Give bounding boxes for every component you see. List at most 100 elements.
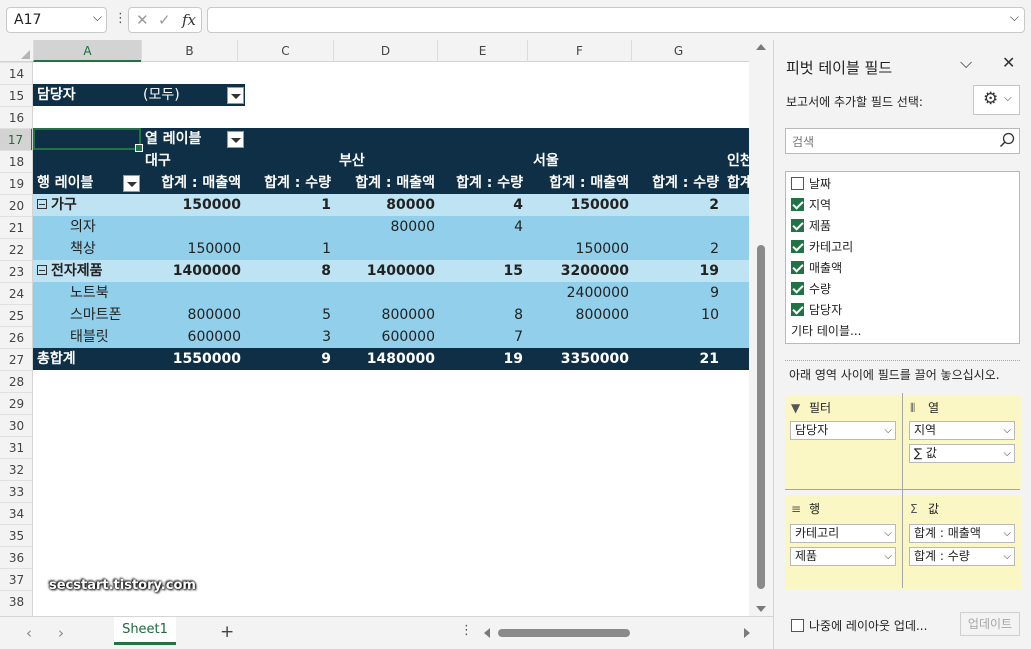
pivot-value-cell[interactable]: 3350000	[527, 348, 629, 370]
field-search-input[interactable]: 검색	[785, 128, 1020, 154]
row-field-chip[interactable]: 제품 ⌵	[790, 547, 896, 566]
pivot-value-cell[interactable]: 800000	[527, 304, 629, 326]
horizontal-scroll-thumb[interactable]	[498, 629, 630, 637]
pivot-value-cell[interactable]: 800000	[333, 304, 435, 326]
pivot-value-cell[interactable]: 8	[437, 304, 523, 326]
close-icon[interactable]: ✕	[1002, 53, 1015, 72]
row-header-32[interactable]: 32	[0, 458, 32, 480]
scroll-right-icon[interactable]	[744, 628, 750, 638]
pivot-value-cell[interactable]: 4	[437, 216, 523, 238]
vertical-scrollbar[interactable]	[749, 40, 773, 616]
values-area[interactable]: Σ값 합계 : 매출액 ⌵ 합계 : 수량 ⌵	[904, 496, 1021, 590]
row-header-34[interactable]: 34	[0, 502, 32, 524]
chevron-down-icon[interactable]: ⌵	[884, 525, 892, 542]
worksheet-grid[interactable]: 담당자 (모두) 열 레이블 대구 부산 서울 인천 행 레이블 합계 : 매출…	[33, 62, 749, 616]
row-header-37[interactable]: 37	[0, 568, 32, 590]
pivot-value-cell[interactable]: 19	[633, 260, 719, 282]
scroll-left-icon[interactable]	[484, 628, 490, 638]
pivot-value-cell[interactable]	[333, 282, 435, 304]
row-header-17[interactable]: 17	[0, 128, 32, 150]
field-checkbox[interactable]	[791, 219, 804, 232]
pivot-value-cell[interactable]: 2	[633, 194, 719, 216]
pivot-value-cell[interactable]: 800000	[141, 304, 241, 326]
prev-sheet-icon[interactable]: ‹	[26, 624, 32, 642]
pivot-value-cell[interactable]: 600000	[141, 326, 241, 348]
collapse-icon[interactable]	[37, 199, 47, 209]
pivot-value-cell[interactable]: 80000	[333, 194, 435, 216]
field-checkbox[interactable]	[791, 177, 804, 190]
pivot-value-cell[interactable]	[333, 238, 435, 260]
filter-field-chip[interactable]: 담당자 ⌵	[790, 421, 896, 440]
vertical-scroll-thumb[interactable]	[757, 245, 765, 589]
formula-input[interactable]: ⌵	[207, 7, 1025, 33]
more-tables-link[interactable]: 기타 테이블...	[791, 322, 861, 339]
row-header-29[interactable]: 29	[0, 392, 32, 414]
field-item[interactable]: 수량	[791, 279, 831, 299]
field-item[interactable]: 매출액	[791, 258, 842, 278]
pivot-value-cell[interactable]	[527, 326, 629, 348]
pivot-value-cell[interactable]	[527, 216, 629, 238]
column-header-a[interactable]: A	[33, 40, 141, 62]
row-header-21[interactable]: 21	[0, 216, 32, 238]
pivot-value-cell[interactable]: 3	[245, 326, 331, 348]
scroll-up-icon[interactable]	[756, 44, 766, 50]
collapse-icon[interactable]	[37, 265, 47, 275]
pivot-value-cell[interactable]: 150000	[141, 194, 241, 216]
pivot-value-cell[interactable]: 150000	[527, 238, 629, 260]
row-header-16[interactable]: 16	[0, 106, 32, 128]
pivot-value-cell[interactable]: 1400000	[141, 260, 241, 282]
pivot-value-cell[interactable]: 1	[245, 238, 331, 260]
pivot-value-cell[interactable]	[633, 326, 719, 348]
tab-options-icon[interactable]: ⋮	[460, 623, 473, 638]
select-all-corner[interactable]	[0, 40, 33, 62]
pivot-value-cell[interactable]	[245, 216, 331, 238]
pivot-value-cell[interactable]	[141, 282, 241, 304]
row-header-33[interactable]: 33	[0, 480, 32, 502]
selected-cell[interactable]	[33, 128, 143, 152]
pivot-value-cell[interactable]: 600000	[333, 326, 435, 348]
pivot-value-cell[interactable]: 150000	[527, 194, 629, 216]
chevron-down-icon[interactable]: ⌵	[93, 10, 102, 25]
name-box[interactable]: A17 ⌵	[6, 7, 107, 33]
defer-checkbox[interactable]	[791, 619, 804, 632]
chevron-down-icon[interactable]: ⌵	[1003, 422, 1011, 439]
add-sheet-icon[interactable]: +	[220, 622, 234, 642]
pivot-value-cell[interactable]	[633, 216, 719, 238]
chevron-down-icon[interactable]: ⌵	[884, 548, 892, 565]
column-header-b[interactable]: B	[141, 40, 237, 62]
row-header-20[interactable]: 20	[0, 194, 32, 216]
value-field-chip[interactable]: 합계 : 매출액 ⌵	[909, 524, 1015, 543]
field-item[interactable]: 카테고리	[791, 237, 853, 257]
filter-area[interactable]: ▼ 필터 담당자 ⌵	[785, 395, 902, 489]
tools-button[interactable]: ⚙ ⌵	[973, 85, 1020, 115]
columns-area[interactable]: ⦀ 열 지역 ⌵ ∑ 값 ⌵	[904, 395, 1021, 489]
next-sheet-icon[interactable]: ›	[58, 624, 64, 642]
more-options-icon[interactable]: ⋮	[114, 11, 127, 26]
filter-dropdown-button[interactable]	[227, 87, 244, 104]
column-header-c[interactable]: C	[237, 40, 333, 62]
column-header-e[interactable]: E	[437, 40, 527, 62]
chevron-down-icon[interactable]: ⌵	[1003, 525, 1011, 542]
pivot-value-cell[interactable]: 10	[633, 304, 719, 326]
row-header-31[interactable]: 31	[0, 436, 32, 458]
pivot-value-cell[interactable]: 3200000	[527, 260, 629, 282]
sheet-tab-sheet1[interactable]: Sheet1	[114, 617, 176, 645]
pivot-value-cell[interactable]: 1	[245, 194, 331, 216]
scroll-down-icon[interactable]	[756, 606, 766, 612]
cancel-icon[interactable]: ✕	[136, 11, 149, 29]
row-header-23[interactable]: 23	[0, 260, 32, 282]
pivot-value-cell[interactable]: 4	[437, 194, 523, 216]
insert-function-icon[interactable]: fx	[182, 11, 196, 29]
pivot-value-cell[interactable]: 1400000	[333, 260, 435, 282]
row-header-22[interactable]: 22	[0, 238, 32, 260]
row-header-30[interactable]: 30	[0, 414, 32, 436]
field-item[interactable]: 날짜	[791, 174, 831, 194]
pivot-value-cell[interactable]: 150000	[141, 238, 241, 260]
pivot-value-cell[interactable]: 15	[437, 260, 523, 282]
pivot-value-cell[interactable]: 21	[633, 348, 719, 370]
field-item[interactable]: 지역	[791, 195, 831, 215]
row-header-27[interactable]: 27	[0, 348, 32, 370]
row-header-36[interactable]: 36	[0, 546, 32, 568]
pivot-value-cell[interactable]: 9	[245, 348, 331, 370]
horizontal-scrollbar[interactable]	[484, 627, 750, 639]
